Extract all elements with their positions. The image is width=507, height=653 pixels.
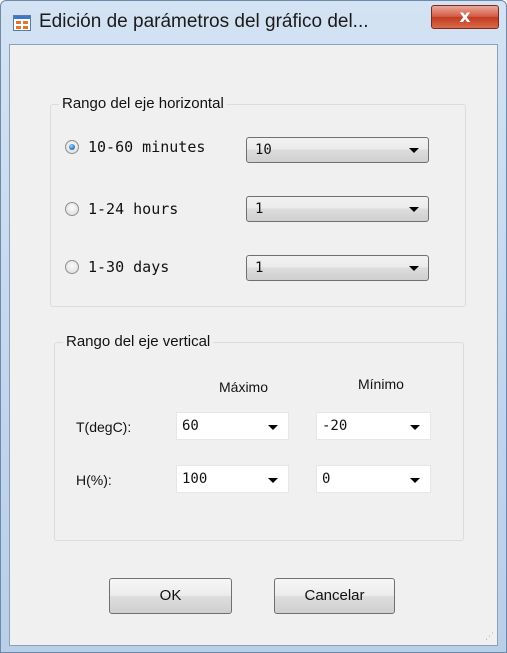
radio-minutes-indicator[interactable] [65, 140, 79, 154]
chevron-down-icon [410, 478, 420, 483]
horizontal-range-title: Rango del eje horizontal [59, 95, 227, 113]
radio-hours[interactable]: 1-24 hours [65, 199, 235, 221]
hours-select-value: 1 [255, 201, 264, 217]
humidity-max-value: 100 [182, 471, 208, 487]
radio-days[interactable]: 1-30 days [65, 257, 235, 279]
max-column-header: Máximo [219, 379, 269, 395]
humidity-max-select[interactable]: 100 [176, 465, 289, 493]
window-title: Edición de parámetros del gráfico del... [39, 11, 369, 32]
minutes-select[interactable]: 10 [246, 137, 429, 163]
humidity-min-value: 0 [322, 471, 331, 487]
radio-minutes[interactable]: 10-60 minutes [65, 137, 235, 159]
vertical-range-group: Rango del eje vertical Máximo Mínimo T(d… [54, 333, 464, 541]
dialog-window: Edición de parámetros del gráfico del...… [0, 0, 507, 653]
resize-grip-icon[interactable]: ⋰ [485, 633, 494, 642]
hours-select[interactable]: 1 [246, 196, 429, 222]
radio-minutes-label[interactable]: 10-60 minutes [88, 137, 205, 157]
humidity-min-select[interactable]: 0 [316, 465, 431, 493]
radio-hours-indicator[interactable] [65, 202, 79, 216]
close-button[interactable]: x [431, 5, 499, 29]
chevron-down-icon [409, 266, 419, 271]
radio-days-indicator[interactable] [65, 260, 79, 274]
ok-button[interactable]: OK [109, 578, 232, 614]
days-select-value: 1 [255, 260, 264, 276]
days-select[interactable]: 1 [246, 255, 429, 281]
chevron-down-icon [268, 425, 278, 430]
chevron-down-icon [409, 148, 419, 153]
horizontal-range-group: Rango del eje horizontal 10-60 minutes 1… [50, 95, 466, 307]
radio-hours-label[interactable]: 1-24 hours [88, 199, 178, 219]
temp-max-select[interactable]: 60 [176, 412, 289, 440]
close-icon: x [459, 7, 471, 27]
humidity-row-label: H(%): [76, 472, 112, 488]
temp-max-value: 60 [182, 418, 199, 434]
radio-days-label[interactable]: 1-30 days [88, 257, 169, 277]
min-column-header: Mínimo [358, 376, 404, 392]
title-bar[interactable]: Edición de parámetros del gráfico del...… [1, 1, 506, 45]
app-window-icon [13, 15, 31, 31]
temp-row-label: T(degC): [76, 419, 132, 435]
temp-min-select[interactable]: -20 [316, 412, 431, 440]
chevron-down-icon [410, 425, 420, 430]
cancel-button[interactable]: Cancelar [274, 578, 395, 614]
temp-min-value: -20 [322, 418, 348, 434]
vertical-range-title: Rango del eje vertical [63, 333, 214, 351]
dialog-client-area: Rango del eje horizontal 10-60 minutes 1… [9, 44, 498, 646]
minutes-select-value: 10 [255, 142, 272, 158]
chevron-down-icon [409, 207, 419, 212]
chevron-down-icon [268, 478, 278, 483]
